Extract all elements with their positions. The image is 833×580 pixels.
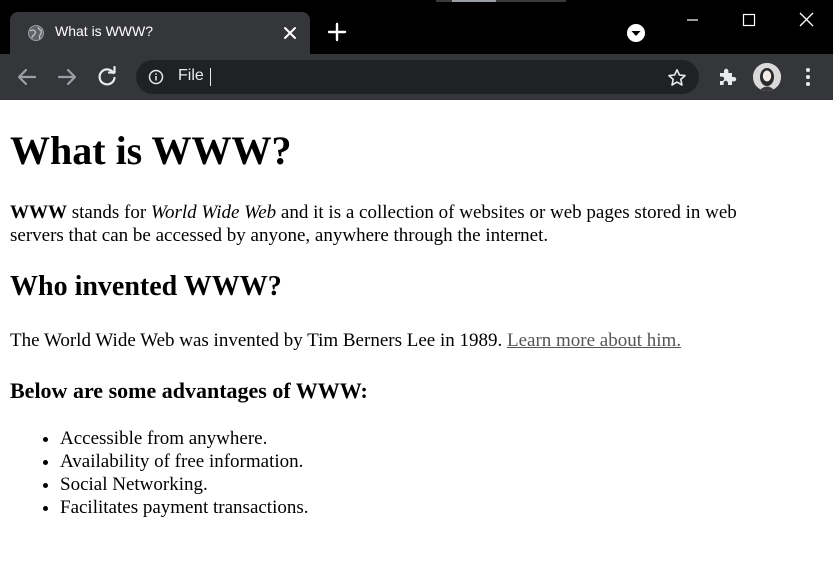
profile-avatar[interactable] [753,63,781,91]
info-icon[interactable] [148,69,164,85]
browser-toolbar: File [0,54,833,100]
close-tab-icon[interactable] [281,24,299,42]
page-title: What is WWW? [10,128,292,173]
list-item: Facilitates payment transactions. [60,496,309,519]
browser-tab[interactable]: What is WWW? [10,12,310,54]
section-heading: Who invented WWW? [10,271,282,302]
globe-icon [28,25,44,41]
maximize-icon[interactable] [734,8,764,32]
advantages-list: Accessible from anywhere. Availability o… [10,427,309,519]
intro-italic: World Wide Web [150,202,277,223]
forward-arrow-icon[interactable] [55,65,79,89]
tab-title: What is WWW? [55,23,153,39]
advantages-heading: Below are some advantages of WWW: [10,378,368,403]
inventor-text: The World Wide Web was invented by Tim B… [10,330,507,351]
more-menu-icon[interactable] [797,65,819,89]
intro-paragraph: WWW stands for World Wide Web and it is … [10,201,795,247]
inventor-paragraph: The World Wide Web was invented by Tim B… [10,329,681,352]
intro-term: WWW [10,202,67,223]
list-item: Availability of free information. [60,450,309,473]
reload-icon[interactable] [95,65,119,89]
tab-search-icon[interactable] [625,22,647,44]
tab-strip: What is WWW? [0,0,833,54]
tab-strip-accent [436,0,566,2]
list-item: Accessible from anywhere. [60,427,309,450]
intro-text-1: stands for [67,202,151,223]
minimize-icon[interactable] [677,8,707,32]
address-scheme-label: File [178,67,204,84]
back-arrow-icon[interactable] [15,65,39,89]
list-item: Social Networking. [60,473,309,496]
learn-more-link[interactable]: Learn more about him. [507,330,681,351]
new-tab-plus-icon[interactable] [326,21,348,43]
avatar-image [753,63,781,91]
browser-chrome: What is WWW? File [0,0,833,100]
extensions-puzzle-icon[interactable] [716,65,738,87]
text-caret [210,68,211,86]
bookmark-star-icon[interactable] [667,68,687,88]
address-bar[interactable]: File [136,60,699,94]
window-close-icon[interactable] [791,8,821,32]
